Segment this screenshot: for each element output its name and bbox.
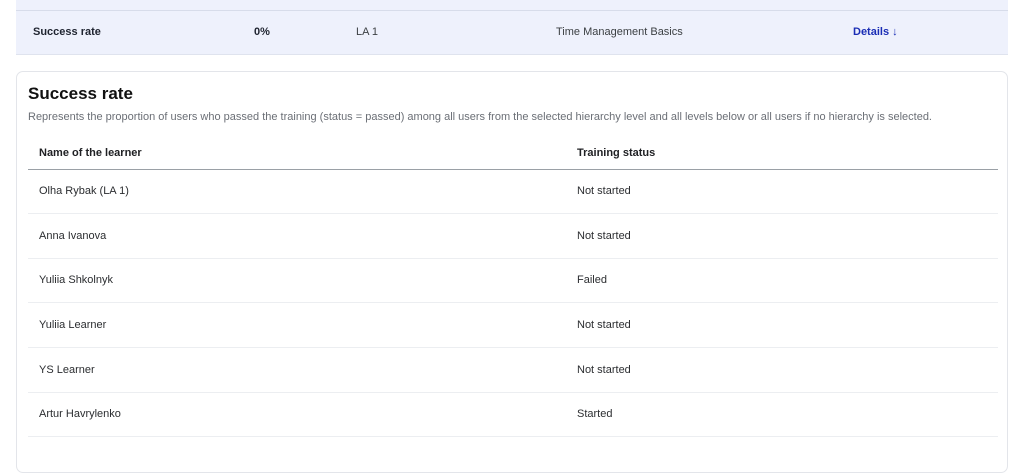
success-rate-card: Success rate Represents the proportion o… bbox=[16, 71, 1008, 473]
card-title: Success rate bbox=[28, 84, 133, 103]
row-divider bbox=[28, 436, 998, 437]
learner-name: Olha Rybak (LA 1) bbox=[39, 185, 129, 197]
learner-name: Yuliia Shkolnyk bbox=[39, 274, 113, 286]
row-divider bbox=[28, 213, 998, 214]
training-status: Started bbox=[577, 408, 613, 420]
summary-divider bbox=[16, 10, 1008, 11]
card-description: Represents the proportion of users who p… bbox=[28, 111, 932, 123]
summary-metric-value: 0% bbox=[254, 26, 270, 38]
training-status: Not started bbox=[577, 230, 631, 242]
row-divider bbox=[28, 302, 998, 303]
details-link[interactable]: Details ↓ bbox=[853, 26, 898, 38]
learner-name: Yuliia Learner bbox=[39, 319, 107, 331]
table-row: Yuliia Learner Not started bbox=[28, 304, 998, 348]
table-row: Anna Ivanova Not started bbox=[28, 215, 998, 259]
column-header-name[interactable]: Name of the learner bbox=[39, 147, 142, 160]
table-row: YS Learner Not started bbox=[28, 349, 998, 393]
summary-metric-label: Success rate bbox=[33, 26, 101, 38]
learner-name: YS Learner bbox=[39, 364, 95, 376]
row-divider bbox=[28, 347, 998, 348]
training-status: Not started bbox=[577, 185, 631, 197]
learner-name: Anna Ivanova bbox=[39, 230, 107, 242]
table-row: Yuliia Shkolnyk Failed bbox=[28, 259, 998, 303]
training-status: Not started bbox=[577, 319, 631, 331]
summary-course: Time Management Basics bbox=[556, 26, 683, 38]
training-status: Not started bbox=[577, 364, 631, 376]
table-row: Olha Rybak (LA 1) Not started bbox=[28, 170, 998, 214]
training-status: Failed bbox=[577, 274, 607, 286]
table-row: Artur Havrylenko Started bbox=[28, 393, 998, 437]
column-header-status[interactable]: Training status bbox=[577, 147, 655, 160]
summary-hierarchy: LA 1 bbox=[356, 26, 379, 38]
summary-row: Success rate 0% LA 1 Time Management Bas… bbox=[16, 0, 1008, 55]
learner-name: Artur Havrylenko bbox=[39, 408, 121, 420]
